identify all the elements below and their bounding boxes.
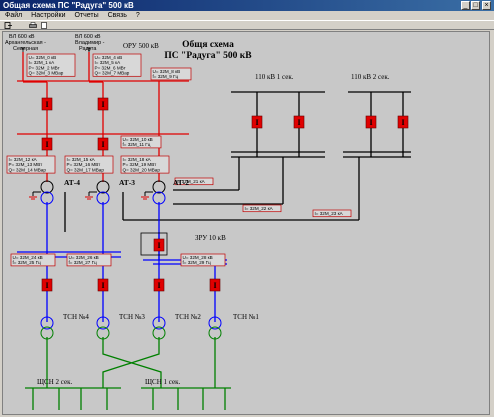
breaker-500-at4-upper[interactable]: I bbox=[41, 97, 53, 111]
meter-reading: Q= 32М_20 МВар bbox=[123, 167, 161, 172]
scheme-title-line2: ПС "Радуга" 500 кВ bbox=[164, 51, 252, 61]
sec2-110-label: 110 кВ 2 сек. bbox=[351, 73, 390, 81]
meter-at2: I= 32М_18 кАP= 32М_19 МВтQ= 32М_20 МВар bbox=[120, 155, 170, 174]
meter-reading: f= 32М_27 Гц bbox=[69, 260, 98, 265]
breaker-500-at3-upper[interactable]: I bbox=[97, 97, 109, 111]
at4-label: АТ-4 bbox=[64, 178, 80, 187]
line-right-name-2: Радуга bbox=[79, 46, 97, 52]
print-icon[interactable] bbox=[29, 22, 37, 29]
svg-text:I: I bbox=[369, 118, 372, 127]
meter-bus-500: U= 32М_8 кВf= 32М_9 Гц bbox=[150, 67, 192, 81]
svg-text:I: I bbox=[45, 140, 48, 149]
exit-icon[interactable] bbox=[4, 22, 12, 29]
menu-help[interactable]: ? bbox=[136, 12, 140, 19]
ground-symbols bbox=[29, 196, 149, 200]
meter-reading: I= 32М_23 кА bbox=[315, 211, 344, 216]
breaker-500-at3[interactable]: I bbox=[97, 137, 109, 151]
tsn3-label: ТСН №3 bbox=[119, 313, 145, 321]
meter-bus10-mid: U= 32М_26 кВf= 32М_27 Гц bbox=[66, 253, 112, 267]
meter-bus-500-mid: U= 32М_10 кВf= 32М_11 Гц bbox=[120, 135, 162, 149]
breaker-10-zru[interactable]: I bbox=[153, 238, 165, 252]
breaker-10-tsn2[interactable]: I bbox=[153, 278, 165, 292]
meters: U= 32М_0 кВI= 32М_1 кАP= 32М_2 МВтQ= 32М… bbox=[6, 53, 352, 267]
menu-file[interactable]: Файл bbox=[5, 12, 22, 19]
meter-reading: f= 32М_29 Гц bbox=[183, 260, 212, 265]
svg-text:I: I bbox=[297, 118, 300, 127]
meter-reading: Q= 32М_3 МВар bbox=[29, 71, 64, 76]
breaker-110-sec1-left[interactable]: I bbox=[251, 115, 263, 129]
autotransformer-at4 bbox=[32, 180, 54, 205]
svg-text:I: I bbox=[255, 118, 258, 127]
sec1-110-label: 110 кВ 1 сек. bbox=[255, 73, 294, 81]
oru-500-label: ОРУ 500 кВ bbox=[123, 42, 159, 50]
title-bar: Общая схема ПС "Радуга" 500 кВ _ □ × bbox=[0, 0, 494, 11]
scheme-title-line1: Общя схема bbox=[182, 39, 234, 50]
shsn2-label: ЩСН 2 сек. bbox=[37, 378, 72, 386]
at3-label: АТ-3 bbox=[119, 178, 135, 187]
meter-reading: f= 32М_25 Гц bbox=[13, 260, 42, 265]
autotransformer-at2 bbox=[144, 180, 166, 205]
svg-text:I: I bbox=[45, 281, 48, 290]
meter-reading: I= 32М_22 кА bbox=[245, 206, 274, 211]
breaker-500-at4[interactable]: I bbox=[41, 137, 53, 151]
toolbar bbox=[0, 20, 494, 30]
tsn4-label: ТСН №4 bbox=[63, 313, 89, 321]
menu-settings[interactable]: Настройки bbox=[31, 12, 65, 19]
close-button[interactable]: × bbox=[482, 1, 491, 10]
svg-text:I: I bbox=[401, 118, 404, 127]
meter-bus10-right: U= 32М_28 кВf= 32М_29 Гц bbox=[180, 253, 226, 267]
svg-text:I: I bbox=[101, 140, 104, 149]
svg-text:I: I bbox=[157, 241, 160, 250]
breaker-110-sec2-left[interactable]: I bbox=[365, 115, 377, 129]
meter-line-right: U= 32М_4 кВI= 32М_5 кАP= 32М_6 МВтQ= 32М… bbox=[92, 53, 142, 77]
menu-reports[interactable]: Отчеты bbox=[74, 12, 98, 19]
meter-at4-110: I= 32М_23 кА bbox=[312, 209, 352, 218]
svg-text:I: I bbox=[101, 100, 104, 109]
line-left-name-2: Северная bbox=[13, 46, 38, 52]
minimize-button[interactable]: _ bbox=[461, 1, 470, 10]
svg-text:I: I bbox=[213, 281, 216, 290]
maximize-button[interactable]: □ bbox=[471, 1, 480, 10]
meter-line-left: U= 32М_0 кВI= 32М_1 кАP= 32М_2 МВтQ= 32М… bbox=[26, 53, 76, 77]
scheme-diagram: I I I I I I I I I I I I I U= 32М_0 кВI= 32М_1 кАP= 3… bbox=[5, 34, 411, 410]
breaker-110-sec2-right[interactable]: I bbox=[397, 115, 409, 129]
menu-connection[interactable]: Связь bbox=[108, 12, 127, 19]
breaker-10-tsn3[interactable]: I bbox=[97, 278, 109, 292]
breaker-110-sec1-right[interactable]: I bbox=[293, 115, 305, 129]
meter-reading: f= 32М_9 Гц bbox=[153, 74, 179, 79]
meter-reading: Q= 32М_14 МВар bbox=[9, 167, 47, 172]
menu-bar: Файл Настройки Отчеты Связь ? bbox=[0, 11, 494, 20]
bus-110kv bbox=[64, 91, 411, 232]
at2-label: АТ-2 bbox=[173, 178, 189, 187]
tsn2-label: ТСН №2 bbox=[175, 313, 201, 321]
svg-text:I: I bbox=[157, 281, 160, 290]
document-icon[interactable] bbox=[40, 22, 48, 29]
svg-text:I: I bbox=[45, 100, 48, 109]
tsn1-label: ТСН №1 bbox=[233, 313, 259, 321]
meter-at3: I= 32М_15 кАP= 32М_16 МВтQ= 32М_17 МВар bbox=[64, 155, 114, 174]
meter-reading: Q= 32М_17 МВар bbox=[67, 167, 105, 172]
svg-text:I: I bbox=[101, 281, 104, 290]
autotransformer-at3 bbox=[88, 180, 110, 205]
breaker-10-tsn1[interactable]: I bbox=[209, 278, 221, 292]
bus-04kv bbox=[25, 337, 231, 410]
meter-reading: Q= 32М_7 МВар bbox=[95, 71, 130, 76]
meter-at3-110: I= 32М_22 кА bbox=[242, 204, 282, 213]
breaker-10-tsn4[interactable]: I bbox=[41, 278, 53, 292]
meter-reading: f= 32М_11 Гц bbox=[123, 142, 151, 147]
shsn1-label: ЩСН 1 сек. bbox=[145, 378, 180, 386]
zru-10-label: ЗРУ 10 кВ bbox=[195, 234, 226, 242]
scheme-canvas: I I I I I I I I I I I I I U= 32М_0 кВ I= 32М_1 кА P= 3… bbox=[2, 31, 490, 415]
meter-at4: I= 32М_12 кАP= 32М_13 МВтQ= 32М_14 МВар bbox=[6, 155, 56, 174]
window-title: Общая схема ПС "Радуга" 500 кВ bbox=[3, 1, 134, 10]
meter-bus10-left: U= 32М_24 кВf= 32М_25 Гц bbox=[10, 253, 56, 267]
